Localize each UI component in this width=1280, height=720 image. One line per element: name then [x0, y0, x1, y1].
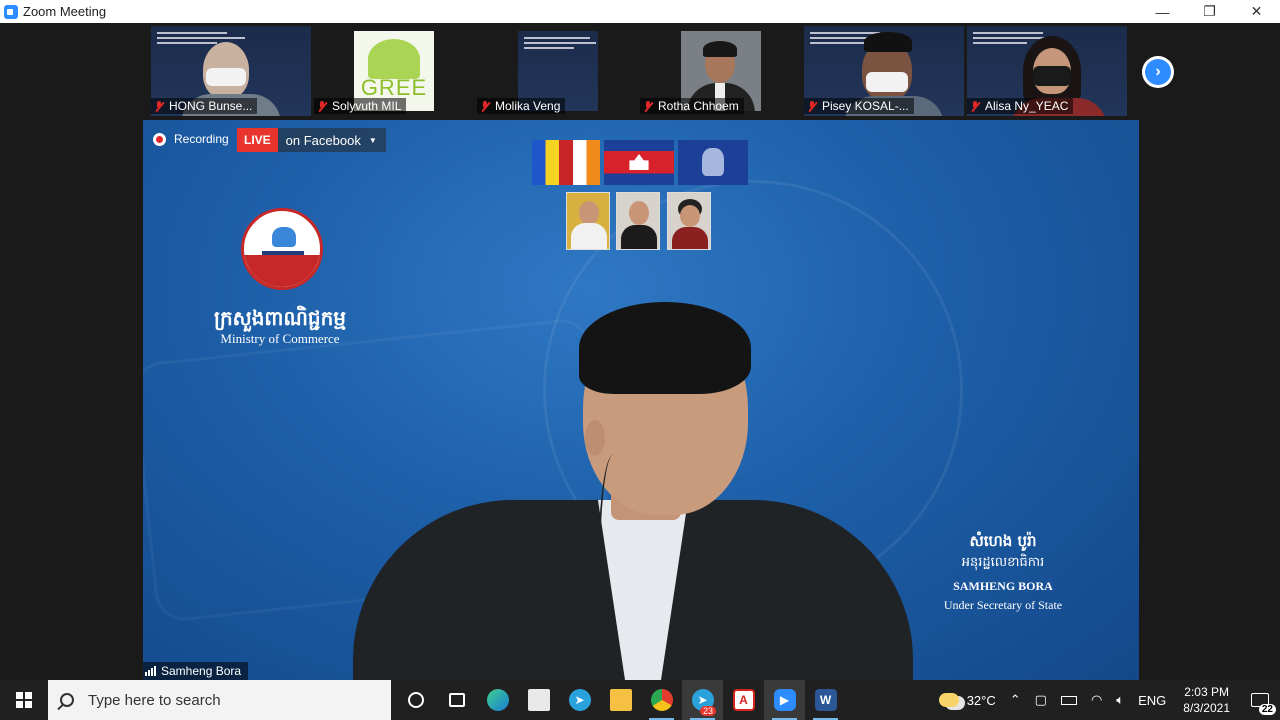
participant-name: Rotha Chhoem [640, 98, 744, 114]
pdf-icon: A [732, 689, 755, 711]
task-view-icon [448, 693, 465, 707]
participant-tile[interactable]: HONG Bunse... [151, 26, 311, 116]
word-icon: W [814, 689, 837, 711]
zoom-app-icon [4, 4, 18, 19]
participant-tile[interactable]: Molika Veng [477, 26, 637, 116]
telegram-icon: ➤ [568, 689, 591, 711]
file-explorer-app[interactable] [600, 680, 641, 720]
store-app[interactable] [518, 680, 559, 720]
notification-count: 22 [1258, 704, 1276, 715]
input-language[interactable]: ENG [1131, 680, 1173, 720]
title-bar: Zoom Meeting — ❐ ✕ [0, 0, 1280, 23]
mic-muted-icon [643, 100, 653, 112]
taskbar-search-box[interactable]: Type here to search [48, 680, 391, 720]
record-icon [153, 132, 166, 146]
participant-tile[interactable]: Pisey KOSAL-... [804, 26, 964, 116]
participant-name: Pisey KOSAL-... [804, 98, 914, 114]
minimize-button[interactable]: — [1139, 0, 1186, 23]
restore-button[interactable]: ❐ [1186, 0, 1233, 23]
royal-portrait [616, 192, 660, 250]
mic-muted-icon [317, 100, 327, 112]
chrome-app[interactable] [641, 680, 682, 720]
system-tray: 32°C ⌃ ▢ ◠ 🔈︎ ENG 2:03 PM 8/3/2021 22 [932, 680, 1280, 720]
show-hidden-icons-button[interactable]: ⌃ [1003, 680, 1028, 720]
participant-tile[interactable]: GREE Solyvuth MIL [314, 26, 474, 116]
zoom-app[interactable]: ▶ [764, 680, 805, 720]
system-clock[interactable]: 2:03 PM 8/3/2021 [1173, 680, 1240, 720]
mic-muted-icon [480, 100, 490, 112]
word-app[interactable]: W [805, 680, 846, 720]
cortana-circle-icon [407, 692, 424, 708]
weather-widget[interactable]: 32°C [932, 680, 1003, 720]
search-icon [60, 693, 74, 707]
mic-muted-icon [970, 100, 980, 112]
chevron-right-icon: › [1145, 59, 1171, 85]
task-view-button[interactable] [436, 680, 477, 720]
cambodia-flag [604, 140, 674, 185]
windows-taskbar: Type here to search ➤ ➤ 23 A ▶ W 32°C ⌃ ▢… [0, 680, 1280, 720]
speaker-khmer-name: សំហេង បូរ៉ា [969, 532, 1037, 550]
start-button[interactable] [0, 680, 48, 720]
speaker-name: SAMHENG BORA [953, 579, 1053, 593]
live-destination-dropdown[interactable]: on Facebook ▼ [277, 128, 386, 152]
speaker-khmer-role: អនុរដ្ឋលេខាធិការ [961, 555, 1045, 570]
live-stream-status[interactable]: LIVE on Facebook ▼ [237, 128, 386, 152]
ministry-english-name: Ministry of Commerce [220, 331, 340, 346]
windows-logo-icon [16, 692, 32, 708]
next-participants-button[interactable]: › [1142, 56, 1174, 88]
buddhist-flag [532, 140, 600, 185]
participant-name: Solyvuth MIL [314, 98, 407, 114]
participant-name: Alisa Ny_YEAC [967, 98, 1074, 114]
window-title: Zoom Meeting [23, 4, 107, 19]
royal-portrait [566, 192, 610, 250]
active-speaker-video: Recording LIVE on Facebook ▼ ក្រសួងពាណិជ្… [143, 120, 1139, 680]
unread-badge: 23 [699, 706, 716, 716]
zoom-icon: ▶ [773, 689, 796, 711]
caret-down-icon: ▼ [368, 135, 377, 145]
mic-muted-icon [154, 100, 164, 112]
ministry-logo [241, 208, 323, 290]
presenter-ear [585, 420, 605, 456]
participant-strip: HONG Bunse... GREE Solyvuth MIL Molika V… [0, 23, 1280, 120]
mic-muted-icon [807, 100, 817, 112]
participant-tile[interactable]: Alisa Ny_YEAC [967, 26, 1127, 116]
royal-flag [678, 140, 748, 185]
presenter-hair [579, 302, 751, 394]
live-badge: LIVE [237, 128, 278, 152]
acrobat-app[interactable]: A [723, 680, 764, 720]
wifi-icon[interactable]: ◠ [1084, 680, 1109, 720]
clock-date: 8/3/2021 [1183, 701, 1230, 715]
participant-name: HONG Bunse... [151, 98, 258, 114]
speaker-role: Under Secretary of State [943, 598, 1063, 612]
royal-portrait [667, 192, 711, 250]
volume-icon[interactable]: 🔈︎ [1109, 680, 1131, 720]
earphone-wire [598, 455, 628, 680]
cortana-button[interactable] [395, 680, 436, 720]
close-button[interactable]: ✕ [1233, 0, 1280, 23]
edge-icon [486, 689, 509, 711]
telegram-desktop-app[interactable]: ➤ 23 [682, 680, 723, 720]
chrome-icon [650, 689, 673, 711]
telegram-app[interactable]: ➤ [559, 680, 600, 720]
store-icon [527, 689, 550, 711]
edge-app[interactable] [477, 680, 518, 720]
participant-name: Molika Veng [477, 98, 566, 114]
battery-icon[interactable] [1054, 680, 1084, 720]
cloud-sun-icon [938, 693, 959, 707]
signal-strength-icon [145, 666, 156, 676]
search-placeholder: Type here to search [88, 691, 221, 709]
action-center-button[interactable]: 22 [1240, 680, 1280, 720]
chevron-up-icon: ⌃ [1009, 692, 1021, 707]
participant-tile[interactable]: Rotha Chhoem [640, 26, 800, 116]
recording-indicator[interactable]: Recording [153, 128, 229, 150]
clock-time: 2:03 PM [1184, 685, 1229, 699]
active-speaker-label: Samheng Bora [143, 662, 249, 680]
folder-icon [609, 689, 632, 711]
meet-now-icon[interactable]: ▢ [1028, 680, 1054, 720]
